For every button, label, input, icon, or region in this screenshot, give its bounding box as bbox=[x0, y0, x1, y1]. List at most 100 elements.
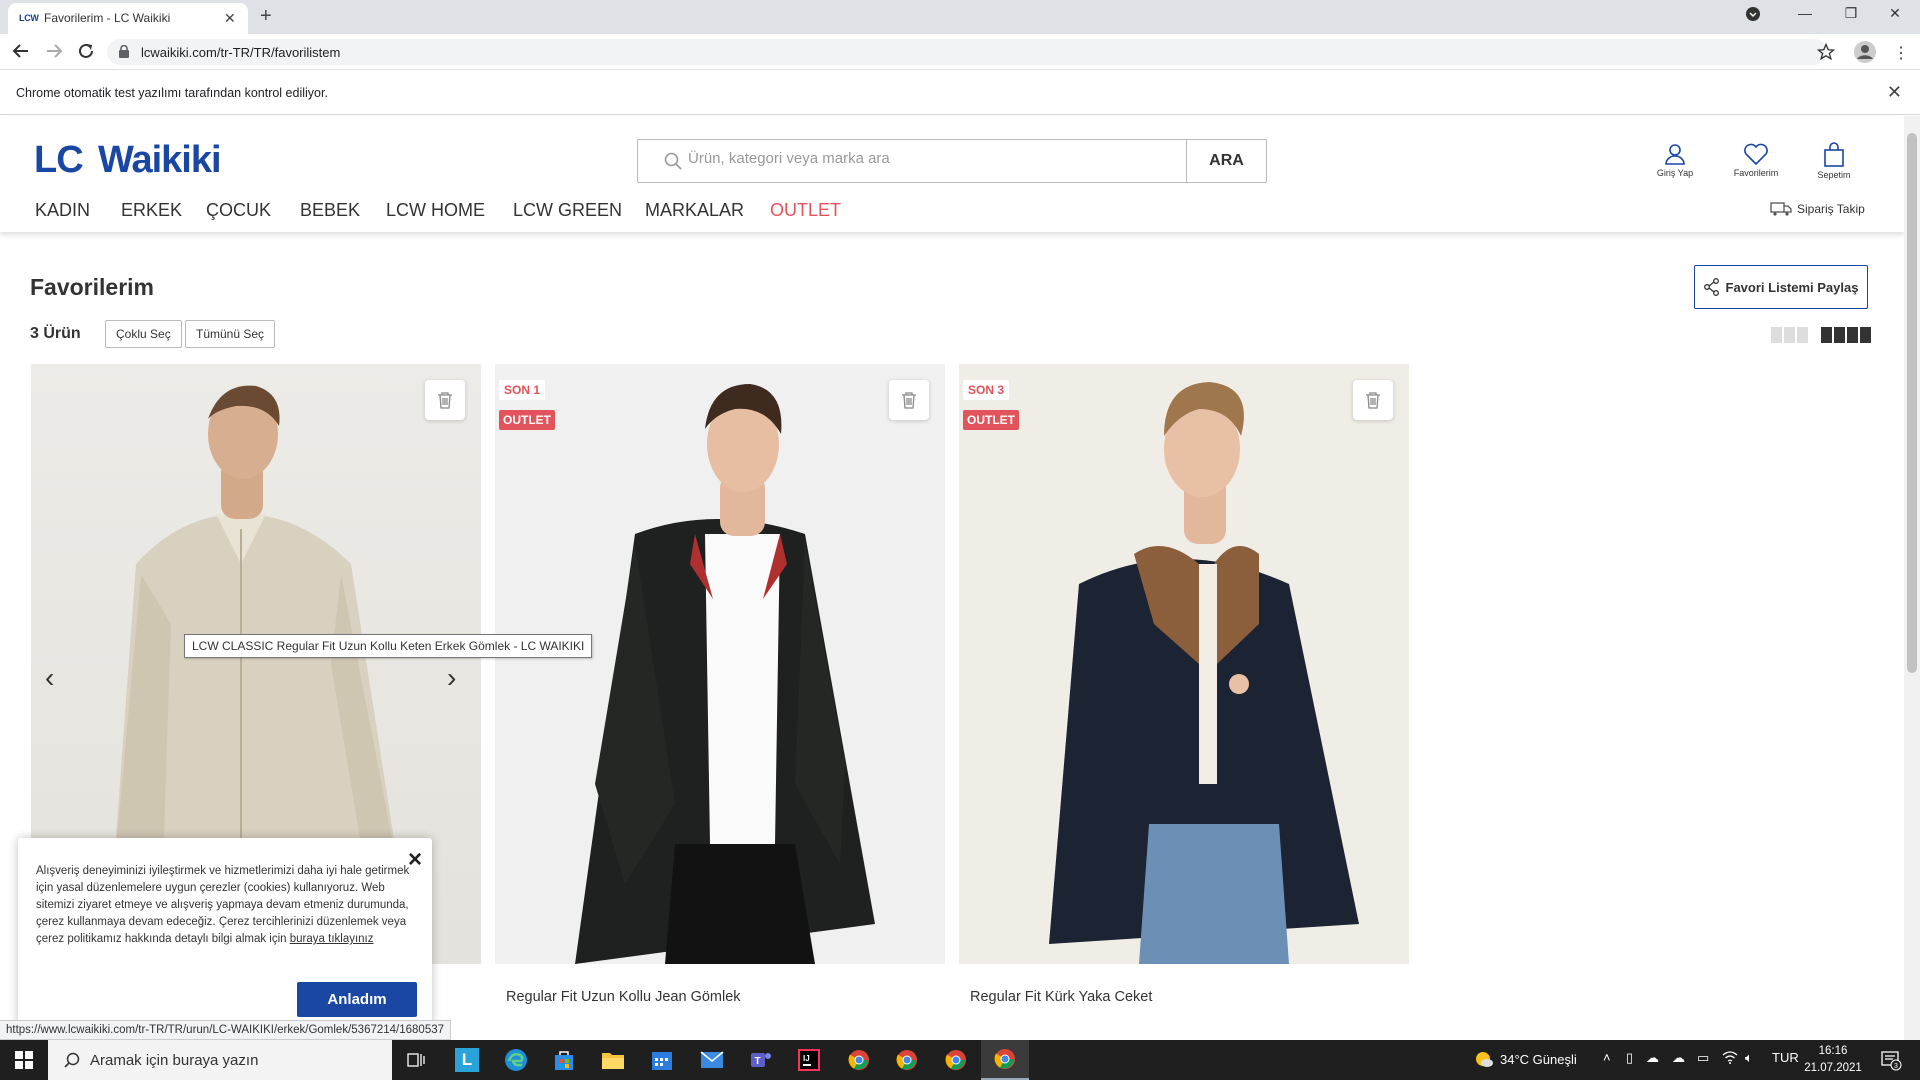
wifi-icon[interactable] bbox=[1722, 1050, 1738, 1064]
nav-lcw-home[interactable]: LCW HOME bbox=[386, 200, 485, 221]
outlet-badge: OUTLET bbox=[963, 410, 1019, 430]
status-url: https://www.lcwaikiki.com/tr-TR/TR/urun/… bbox=[0, 1020, 452, 1040]
automation-infobar: Chrome otomatik test yazılımı tarafından… bbox=[0, 71, 1920, 115]
notifications-icon[interactable]: 3 bbox=[1880, 1049, 1902, 1071]
window-close-icon[interactable]: ✕ bbox=[1880, 5, 1910, 22]
intellij-icon[interactable]: IJ bbox=[785, 1040, 833, 1080]
cookie-consent-popup: × Alışveriş deneyiminizi iyileştirmek ve… bbox=[18, 838, 432, 1034]
nav-markalar[interactable]: MARKALAR bbox=[645, 200, 744, 221]
image-prev-chevron-icon[interactable]: ‹ bbox=[45, 662, 54, 694]
delete-favorite-button[interactable] bbox=[425, 380, 465, 420]
browser-menu-icon[interactable]: ⋮ bbox=[1893, 43, 1909, 63]
order-tracking-label: Sipariş Takip bbox=[1797, 202, 1865, 216]
infobar-close-icon[interactable]: ✕ bbox=[1887, 82, 1902, 103]
nav-kadin[interactable]: KADIN bbox=[35, 200, 90, 221]
mail-icon[interactable] bbox=[688, 1040, 736, 1080]
multi-select-button[interactable]: Çoklu Seç bbox=[105, 320, 182, 348]
nav-lcw-green[interactable]: LCW GREEN bbox=[513, 200, 622, 221]
favorites-label: Favorilerim bbox=[1733, 168, 1779, 178]
scrollbar-thumb[interactable] bbox=[1907, 133, 1917, 673]
weather-widget[interactable]: 34°C Güneşli bbox=[1474, 1050, 1577, 1068]
search-button[interactable]: ARA bbox=[1186, 140, 1266, 182]
chrome-active-icon[interactable] bbox=[981, 1040, 1029, 1080]
tray-chevron-icon[interactable]: ˄ bbox=[1603, 1050, 1611, 1065]
cookie-policy-link[interactable]: buraya tıklayınız bbox=[290, 933, 374, 945]
select-all-button[interactable]: Tümünü Seç bbox=[185, 320, 276, 348]
onedrive-icon[interactable]: ☁ bbox=[1646, 1050, 1659, 1066]
product-count: 3 Ürün bbox=[30, 325, 81, 342]
delete-favorite-button[interactable] bbox=[889, 380, 929, 420]
cart-link[interactable]: Sepetim bbox=[1804, 142, 1864, 180]
infobar-message: Chrome otomatik test yazılımı tarafından… bbox=[16, 86, 328, 100]
clock-date: 21.07.2021 bbox=[1804, 1062, 1862, 1074]
product-image[interactable]: SON 1 OUTLET bbox=[495, 364, 945, 964]
forward-arrow-icon[interactable] bbox=[45, 42, 63, 60]
lock-icon bbox=[119, 45, 129, 58]
app-l-icon[interactable]: L bbox=[443, 1040, 491, 1080]
grid-view-3-toggle[interactable] bbox=[1771, 327, 1808, 343]
windows-start-icon[interactable] bbox=[0, 1040, 48, 1080]
user-icon bbox=[1665, 144, 1685, 165]
share-button-label: Favori Listemi Paylaş bbox=[1725, 279, 1859, 295]
grid-view-4-toggle[interactable] bbox=[1821, 327, 1871, 343]
chrome-icon[interactable] bbox=[835, 1040, 883, 1080]
bookmark-star-icon[interactable] bbox=[1817, 43, 1835, 61]
sun-cloud-icon bbox=[1476, 1052, 1493, 1067]
trash-icon bbox=[902, 392, 916, 409]
taskbar-clock[interactable]: 16:16 21.07.2021 bbox=[1800, 1043, 1866, 1077]
onedrive-personal-icon[interactable]: ☁ bbox=[1672, 1050, 1685, 1066]
address-bar[interactable]: lcwaikiki.com/tr-TR/TR/favorilistem bbox=[107, 39, 1827, 65]
product-card[interactable]: SON 1 OUTLET Regular Fit Uzun Kollu Jean… bbox=[495, 364, 945, 1005]
tab-close-icon[interactable]: ✕ bbox=[224, 10, 236, 27]
store-icon[interactable] bbox=[540, 1040, 588, 1080]
share-favorites-button[interactable]: Favori Listemi Paylaş bbox=[1694, 265, 1868, 309]
tab-favicon: LCW bbox=[19, 13, 39, 23]
nav-erkek[interactable]: ERKEK bbox=[121, 200, 182, 221]
browser-tab[interactable]: LCW Favorilerim - LC Waikiki ✕ bbox=[8, 3, 248, 34]
minimize-icon[interactable]: — bbox=[1790, 5, 1820, 21]
favorites-link[interactable]: Favorilerim bbox=[1726, 142, 1786, 178]
share-icon bbox=[1703, 278, 1719, 296]
file-explorer-icon[interactable] bbox=[589, 1040, 637, 1080]
calendar-icon[interactable] bbox=[638, 1040, 686, 1080]
teams-icon[interactable]: T bbox=[737, 1040, 785, 1080]
product-image[interactable]: SON 3 OUTLET bbox=[959, 364, 1409, 964]
lcw-logo[interactable]: LC Waikiki bbox=[34, 138, 254, 178]
nav-bebek[interactable]: BEBEK bbox=[300, 200, 360, 221]
new-tab-plus-icon[interactable]: + bbox=[260, 5, 272, 28]
site-header: LC Waikiki ARA Giriş Yap Favorilerim Sep… bbox=[0, 116, 1904, 232]
product-card[interactable]: SON 3 OUTLET Regular Fit Kürk Yaka Ceket bbox=[959, 364, 1409, 1005]
weather-text: 34°C Güneşli bbox=[1500, 1051, 1577, 1067]
taskbar-search[interactable]: Aramak için buraya yazın bbox=[48, 1040, 392, 1080]
search-icon bbox=[664, 152, 682, 170]
input-language[interactable]: TUR bbox=[1772, 1050, 1799, 1065]
stock-badge: SON 1 bbox=[499, 380, 546, 400]
image-next-chevron-icon[interactable]: › bbox=[447, 662, 456, 694]
login-label: Giriş Yap bbox=[1656, 168, 1694, 178]
cart-label: Sepetim bbox=[1817, 170, 1851, 180]
volume-icon[interactable]: 🔈︎ bbox=[1745, 1050, 1753, 1066]
restore-icon[interactable]: ❐ bbox=[1836, 5, 1866, 22]
nav-outlet[interactable]: OUTLET bbox=[770, 200, 841, 221]
task-view-icon[interactable] bbox=[392, 1040, 440, 1080]
login-link[interactable]: Giriş Yap bbox=[1645, 142, 1705, 178]
tablet-icon[interactable]: ▯ bbox=[1626, 1050, 1633, 1066]
svg-text:IJ: IJ bbox=[803, 1054, 810, 1063]
chrome-icon[interactable] bbox=[883, 1040, 931, 1080]
profile-avatar-icon[interactable] bbox=[1854, 41, 1876, 63]
product-name[interactable]: Regular Fit Kürk Yaka Ceket bbox=[959, 989, 1409, 1005]
back-arrow-icon[interactable] bbox=[12, 42, 30, 60]
delete-favorite-button[interactable] bbox=[1353, 380, 1393, 420]
tab-search-icon[interactable] bbox=[1745, 6, 1775, 22]
search-input[interactable] bbox=[688, 150, 1188, 167]
nav-cocuk[interactable]: ÇOCUK bbox=[206, 200, 271, 221]
cookie-accept-button[interactable]: Anladım bbox=[297, 982, 417, 1017]
edge-icon[interactable] bbox=[492, 1040, 540, 1080]
product-name[interactable]: Regular Fit Uzun Kollu Jean Gömlek bbox=[495, 989, 945, 1005]
chrome-icon[interactable] bbox=[932, 1040, 980, 1080]
order-tracking-link[interactable]: Sipariş Takip bbox=[1770, 202, 1865, 216]
svg-text:LC: LC bbox=[34, 139, 83, 178]
reload-icon[interactable] bbox=[77, 42, 95, 60]
search-box: ARA bbox=[637, 139, 1267, 183]
battery-icon[interactable]: ▭ bbox=[1697, 1050, 1709, 1066]
